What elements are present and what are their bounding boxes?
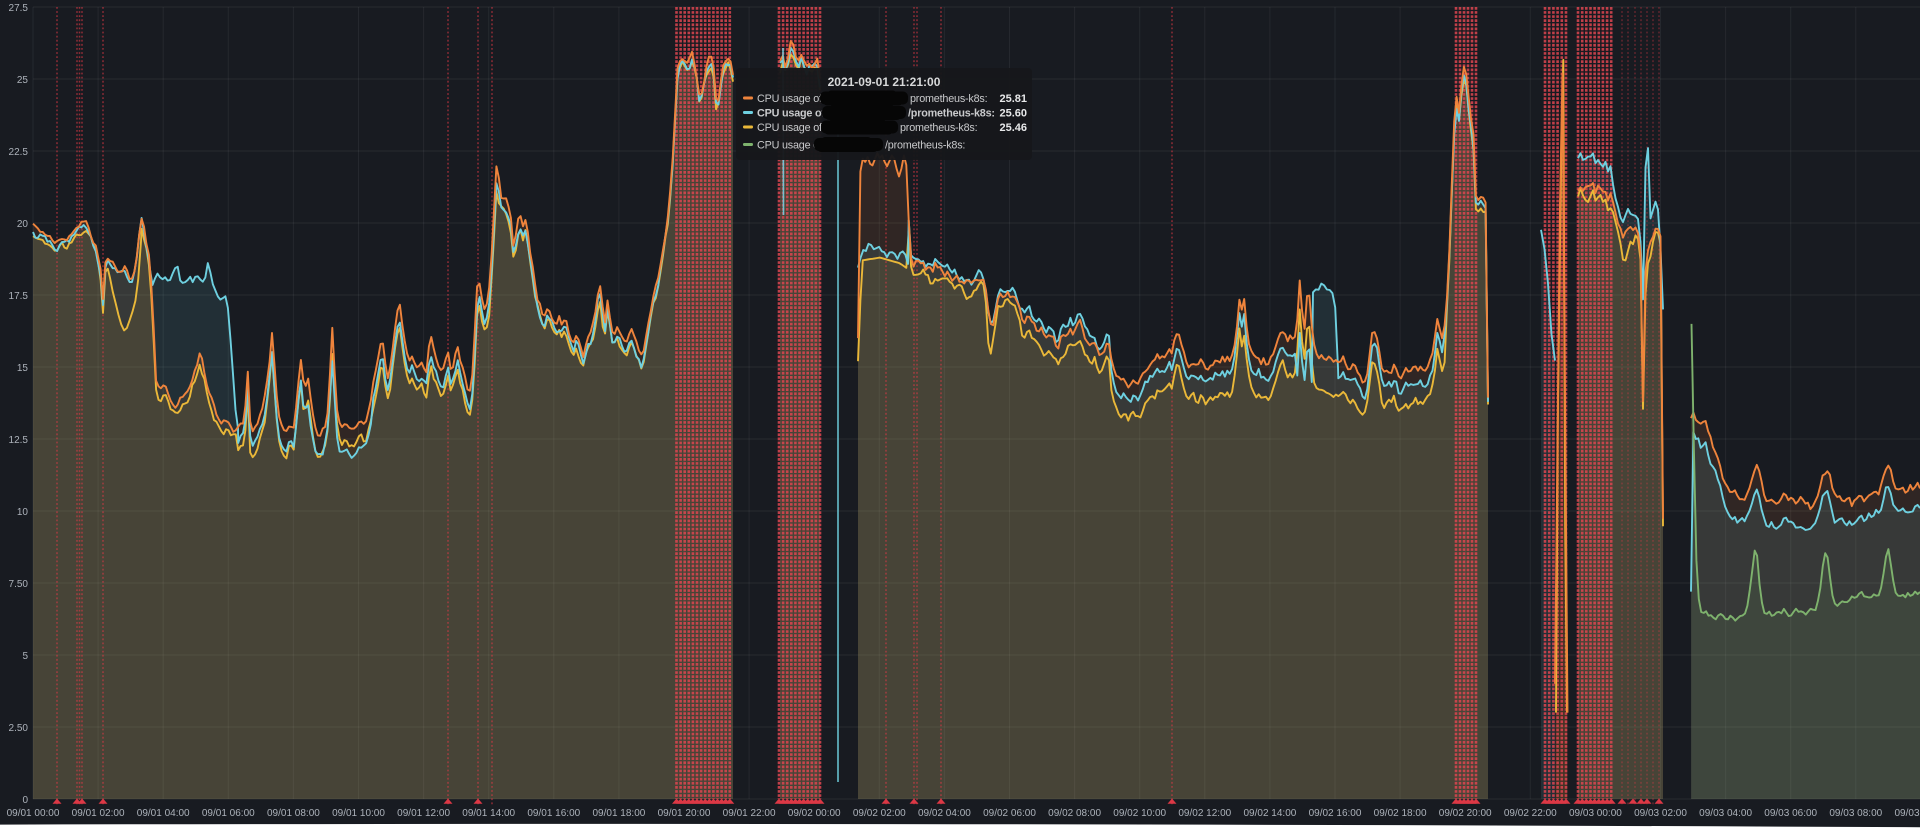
svg-text:09/02 12:00: 09/02 12:00 [1178, 808, 1231, 819]
svg-text:prometheus-k8s:: prometheus-k8s: [910, 93, 988, 105]
svg-text:09/01 14:00: 09/01 14:00 [462, 808, 515, 819]
svg-text:09/02 16:00: 09/02 16:00 [1309, 808, 1362, 819]
svg-text:09/03 10:00: 09/03 10:00 [1894, 808, 1920, 819]
svg-text:17.5: 17.5 [9, 291, 29, 302]
svg-text:09/01 16:00: 09/01 16:00 [527, 808, 580, 819]
svg-text:2021-09-01 21:21:00: 2021-09-01 21:21:00 [828, 75, 941, 89]
svg-text:/prometheus-k8s:: /prometheus-k8s: [885, 140, 965, 152]
svg-text:CPU usage of 1: CPU usage of 1 [757, 122, 831, 134]
svg-text:5: 5 [22, 651, 28, 662]
svg-text:09/02 10:00: 09/02 10:00 [1113, 808, 1166, 819]
svg-text:09/03 02:00: 09/03 02:00 [1634, 808, 1687, 819]
svg-text:09/02 08:00: 09/02 08:00 [1048, 808, 1101, 819]
svg-text:09/01 00:00: 09/01 00:00 [7, 808, 60, 819]
svg-text:09/02 20:00: 09/02 20:00 [1439, 808, 1492, 819]
svg-text:09/03 06:00: 09/03 06:00 [1764, 808, 1817, 819]
svg-text:09/01 20:00: 09/01 20:00 [658, 808, 711, 819]
svg-text:09/01 12:00: 09/01 12:00 [397, 808, 450, 819]
svg-text:09/02 06:00: 09/02 06:00 [983, 808, 1036, 819]
svg-text:7.50: 7.50 [9, 579, 29, 590]
svg-text:09/02 22:00: 09/02 22:00 [1504, 808, 1557, 819]
svg-text:09/02 04:00: 09/02 04:00 [918, 808, 971, 819]
svg-text:22.5: 22.5 [9, 147, 29, 158]
svg-text:09/02 02:00: 09/02 02:00 [853, 808, 906, 819]
svg-text:09/01 02:00: 09/01 02:00 [72, 808, 125, 819]
svg-text:09/03 08:00: 09/03 08:00 [1829, 808, 1882, 819]
svg-text:09/01 06:00: 09/01 06:00 [202, 808, 255, 819]
svg-text:25.60: 25.60 [999, 108, 1027, 120]
svg-text:09/01 04:00: 09/01 04:00 [137, 808, 190, 819]
svg-text:09/01 10:00: 09/01 10:00 [332, 808, 385, 819]
svg-text:CPU usage of: CPU usage of [757, 140, 823, 152]
svg-text:20: 20 [17, 219, 29, 230]
svg-text:/prometheus-k8s:: /prometheus-k8s: [908, 108, 995, 120]
svg-text:09/02 00:00: 09/02 00:00 [788, 808, 841, 819]
svg-text:09/03 04:00: 09/03 04:00 [1699, 808, 1752, 819]
svg-text:25: 25 [17, 75, 29, 86]
svg-text:09/02 14:00: 09/02 14:00 [1243, 808, 1296, 819]
svg-text:25.46: 25.46 [999, 122, 1027, 134]
svg-text:09/01 08:00: 09/01 08:00 [267, 808, 320, 819]
svg-text:prometheus-k8s:: prometheus-k8s: [900, 122, 978, 134]
svg-text:12.5: 12.5 [9, 435, 29, 446]
svg-text:09/02 18:00: 09/02 18:00 [1374, 808, 1427, 819]
svg-text:09/03 00:00: 09/03 00:00 [1569, 808, 1622, 819]
svg-text:15: 15 [17, 363, 29, 374]
svg-text:09/01 18:00: 09/01 18:00 [592, 808, 645, 819]
svg-text:27.5: 27.5 [9, 3, 29, 14]
svg-text:25.81: 25.81 [999, 93, 1027, 105]
svg-text:09/01 22:00: 09/01 22:00 [723, 808, 776, 819]
svg-text:2.50: 2.50 [9, 723, 29, 734]
svg-text:10: 10 [17, 507, 29, 518]
svg-text:0: 0 [22, 795, 28, 806]
svg-text:CPU usage of 1: CPU usage of 1 [757, 93, 831, 105]
